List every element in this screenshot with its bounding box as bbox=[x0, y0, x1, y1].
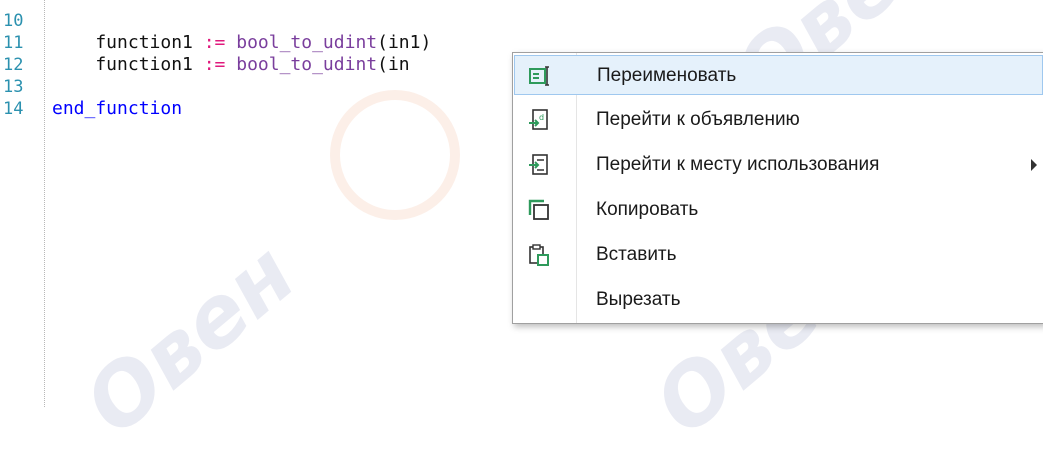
code-text[interactable]: end_function bbox=[52, 98, 182, 120]
svg-text:d: d bbox=[539, 113, 544, 122]
menu-item-label: Переименовать bbox=[597, 65, 737, 86]
code-text[interactable]: function1 := bool_to_udint(in1) bbox=[52, 32, 431, 54]
menu-item-label: Перейти к объявлению bbox=[596, 109, 800, 130]
code-token: := bbox=[203, 54, 237, 75]
code-token: (in1) bbox=[377, 32, 432, 53]
submenu-arrow-icon bbox=[1031, 159, 1037, 171]
menu-item-rename[interactable]: Переименовать bbox=[514, 55, 1043, 95]
copy-icon bbox=[528, 199, 550, 221]
menu-item-label: Копировать bbox=[596, 199, 699, 220]
line-number: 14 bbox=[3, 99, 24, 119]
code-token: function1 bbox=[52, 54, 204, 75]
watermark-gear bbox=[303, 63, 487, 247]
line-number: 10 bbox=[3, 11, 24, 31]
rename-icon bbox=[529, 65, 551, 87]
go-to-usage-icon bbox=[528, 154, 550, 176]
line-number: 11 bbox=[3, 33, 24, 53]
line-number: 12 bbox=[3, 55, 24, 75]
gutter-divider bbox=[44, 0, 45, 407]
menu-item-go-to-usage[interactable]: Перейти к месту использования bbox=[514, 145, 1043, 185]
menu-item-label: Вырезать bbox=[596, 289, 681, 310]
code-token: bool_to_udint bbox=[236, 54, 378, 75]
line-number: 13 bbox=[3, 77, 24, 97]
menu-item-label: Вставить bbox=[596, 244, 677, 265]
watermark-text: Овен bbox=[66, 224, 314, 454]
go-to-declaration-icon: d bbox=[528, 109, 550, 131]
context-menu: Переименовать d Перейти к объявлению Пер… bbox=[512, 52, 1043, 324]
code-token: (in bbox=[377, 54, 410, 75]
code-token: := bbox=[203, 32, 237, 53]
code-token: function1 bbox=[52, 32, 204, 53]
code-token: end_function bbox=[52, 98, 183, 119]
code-token: bool_to_udint bbox=[236, 32, 378, 53]
menu-item-copy[interactable]: Копировать bbox=[514, 190, 1043, 230]
paste-icon bbox=[528, 244, 550, 266]
menu-item-go-to-declaration[interactable]: d Перейти к объявлению bbox=[514, 100, 1043, 140]
menu-item-cut[interactable]: Вырезать bbox=[514, 280, 1043, 320]
menu-item-paste[interactable]: Вставить bbox=[514, 235, 1043, 275]
code-text[interactable]: function1 := bool_to_udint(in bbox=[52, 54, 410, 76]
menu-item-label: Перейти к месту использования bbox=[596, 154, 880, 175]
